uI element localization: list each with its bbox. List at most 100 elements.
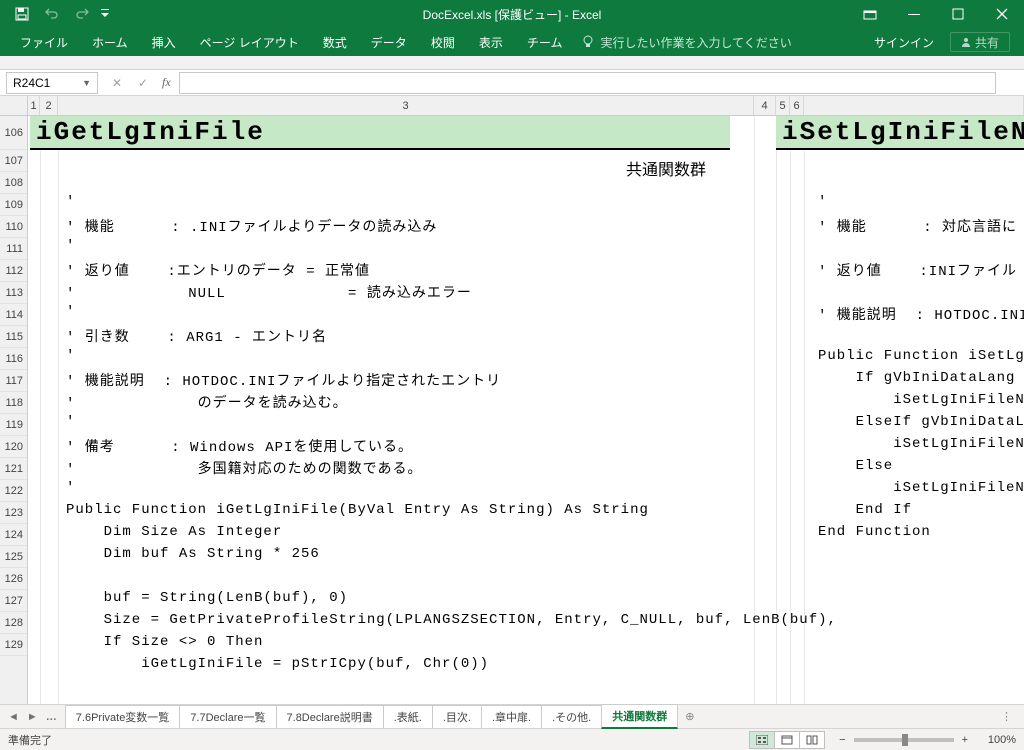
tab-scroll-right-button[interactable]: ► (25, 709, 40, 725)
code-cell: ' NULL = 読み込みエラー (66, 282, 472, 302)
row-header[interactable]: 109 (0, 194, 27, 216)
code-cell: ' (66, 414, 75, 430)
ribbon-tab-data[interactable]: データ (359, 28, 419, 56)
row-headers: 1061071081091101111121131141151161171181… (0, 116, 28, 704)
row-header[interactable]: 122 (0, 480, 27, 502)
sheet-tab[interactable]: .その他. (541, 705, 602, 728)
row-header[interactable]: 121 (0, 458, 27, 480)
signin-link[interactable]: サインイン (864, 34, 944, 51)
row-header[interactable]: 115 (0, 326, 27, 348)
row-header[interactable]: 118 (0, 392, 27, 414)
code-cell: ' 機能説明 : HOTDOC.INIファイルより指定されたエントリ (66, 370, 501, 390)
column-header[interactable] (804, 96, 1024, 115)
zoom-level[interactable]: 100% (976, 734, 1016, 746)
close-button[interactable] (980, 0, 1024, 28)
normal-view-button[interactable] (749, 731, 775, 749)
row-header[interactable]: 126 (0, 568, 27, 590)
zoom-slider[interactable] (854, 738, 954, 742)
column-header[interactable]: 2 (40, 96, 58, 115)
page-layout-view-button[interactable] (774, 731, 800, 749)
row-header[interactable]: 113 (0, 282, 27, 304)
ribbon-collapsed-body (0, 56, 1024, 70)
name-box-value: R24C1 (13, 76, 50, 90)
row-header[interactable]: 127 (0, 590, 27, 612)
ribbon-tab-insert[interactable]: 挿入 (140, 28, 188, 56)
row-header[interactable]: 129 (0, 634, 27, 656)
row-header[interactable]: 119 (0, 414, 27, 436)
ribbon-tab-pagelayout[interactable]: ページ レイアウト (188, 28, 311, 56)
row-header[interactable]: 112 (0, 260, 27, 282)
enter-formula-button[interactable]: ✓ (132, 72, 154, 94)
row-header[interactable]: 125 (0, 546, 27, 568)
code-cell: Else (818, 458, 893, 474)
ribbon-options-button[interactable] (848, 0, 892, 28)
window-title: DocExcel.xls [保護ビュー] - Excel (423, 6, 602, 23)
save-button[interactable] (8, 2, 36, 26)
ribbon-tab-review[interactable]: 校閲 (419, 28, 467, 56)
zoom-in-button[interactable]: + (962, 734, 968, 746)
row-header[interactable]: 120 (0, 436, 27, 458)
undo-button[interactable] (38, 2, 66, 26)
code-cell: Dim buf As String * 256 (66, 546, 320, 562)
sheet-tab[interactable]: .表紙. (383, 705, 433, 728)
formula-bar-row: R24C1 ▼ ✕ ✓ fx ▾ (0, 70, 1024, 96)
minimize-button[interactable] (892, 0, 936, 28)
maximize-button[interactable] (936, 0, 980, 28)
name-box[interactable]: R24C1 ▼ (6, 72, 98, 94)
module-subtitle: 共通関数群 (626, 156, 706, 180)
zoom-out-button[interactable]: − (839, 734, 845, 746)
sheet-tab[interactable]: 7.6Private変数一覧 (65, 705, 181, 728)
ribbon-tab-file[interactable]: ファイル (8, 28, 80, 56)
row-header[interactable]: 123 (0, 502, 27, 524)
code-cell: If gVbIniDataLang = (818, 370, 1024, 386)
row-header[interactable]: 107 (0, 150, 27, 172)
row-header[interactable]: 114 (0, 304, 27, 326)
page-break-view-button[interactable] (799, 731, 825, 749)
worksheet-area: 1 2 3 4 5 6 1061071081091101111121131141… (0, 96, 1024, 704)
tab-scroll-left-button[interactable]: ◄ (6, 709, 21, 725)
new-sheet-button[interactable]: ⊕ (677, 707, 702, 726)
sheet-tabs-bar: ◄ ► … 7.6Private変数一覧7.7Declare一覧7.8Decla… (0, 704, 1024, 728)
sheet-tab-active[interactable]: 共通関数群 (601, 704, 678, 729)
code-cell: ' (66, 480, 75, 496)
column-header[interactable]: 6 (790, 96, 804, 115)
column-header[interactable]: 1 (28, 96, 40, 115)
row-header[interactable]: 117 (0, 370, 27, 392)
row-header[interactable]: 124 (0, 524, 27, 546)
column-header[interactable]: 4 (754, 96, 776, 115)
status-bar: 準備完了 − + 100% (0, 728, 1024, 750)
ribbon-tab-team[interactable]: チーム (515, 28, 575, 56)
share-button[interactable]: 共有 (950, 32, 1010, 52)
ribbon-tab-home[interactable]: ホーム (80, 28, 140, 56)
code-cell: End Function (818, 524, 931, 540)
select-all-corner[interactable] (0, 96, 28, 115)
row-header[interactable]: 106 (0, 116, 27, 150)
formula-bar[interactable] (179, 72, 996, 94)
column-header[interactable]: 5 (776, 96, 790, 115)
function-title-left: iGetLgIniFile (30, 116, 730, 150)
tell-me-search[interactable]: 実行したい作業を入力してください (582, 34, 791, 51)
sheet-tab[interactable]: .章中扉. (481, 705, 542, 728)
tab-more-button[interactable]: … (44, 709, 59, 725)
row-header[interactable]: 116 (0, 348, 27, 370)
redo-button[interactable] (68, 2, 96, 26)
column-header[interactable]: 3 (58, 96, 754, 115)
code-cell: ' (818, 194, 827, 210)
sheet-tab[interactable]: 7.8Declare説明書 (276, 705, 384, 728)
qat-customize-button[interactable] (98, 2, 112, 26)
fx-label[interactable]: fx (162, 75, 171, 90)
row-header[interactable]: 128 (0, 612, 27, 634)
ribbon-tab-view[interactable]: 表示 (467, 28, 515, 56)
tab-options-button[interactable]: ⋮ (1001, 710, 1024, 723)
sheet-tab[interactable]: .目次. (432, 705, 482, 728)
ribbon-tab-formulas[interactable]: 数式 (311, 28, 359, 56)
code-cell: If Size <> 0 Then (66, 634, 263, 650)
code-cell: ' (66, 238, 75, 254)
row-header[interactable]: 111 (0, 238, 27, 260)
tell-me-placeholder: 実行したい作業を入力してください (600, 34, 791, 51)
row-header[interactable]: 108 (0, 172, 27, 194)
cells-grid[interactable]: iGetLgIniFile iSetLgIniFileN 共通関数群 '' 機能… (28, 116, 1024, 704)
row-header[interactable]: 110 (0, 216, 27, 238)
cancel-formula-button[interactable]: ✕ (106, 72, 128, 94)
sheet-tab[interactable]: 7.7Declare一覧 (179, 705, 276, 728)
